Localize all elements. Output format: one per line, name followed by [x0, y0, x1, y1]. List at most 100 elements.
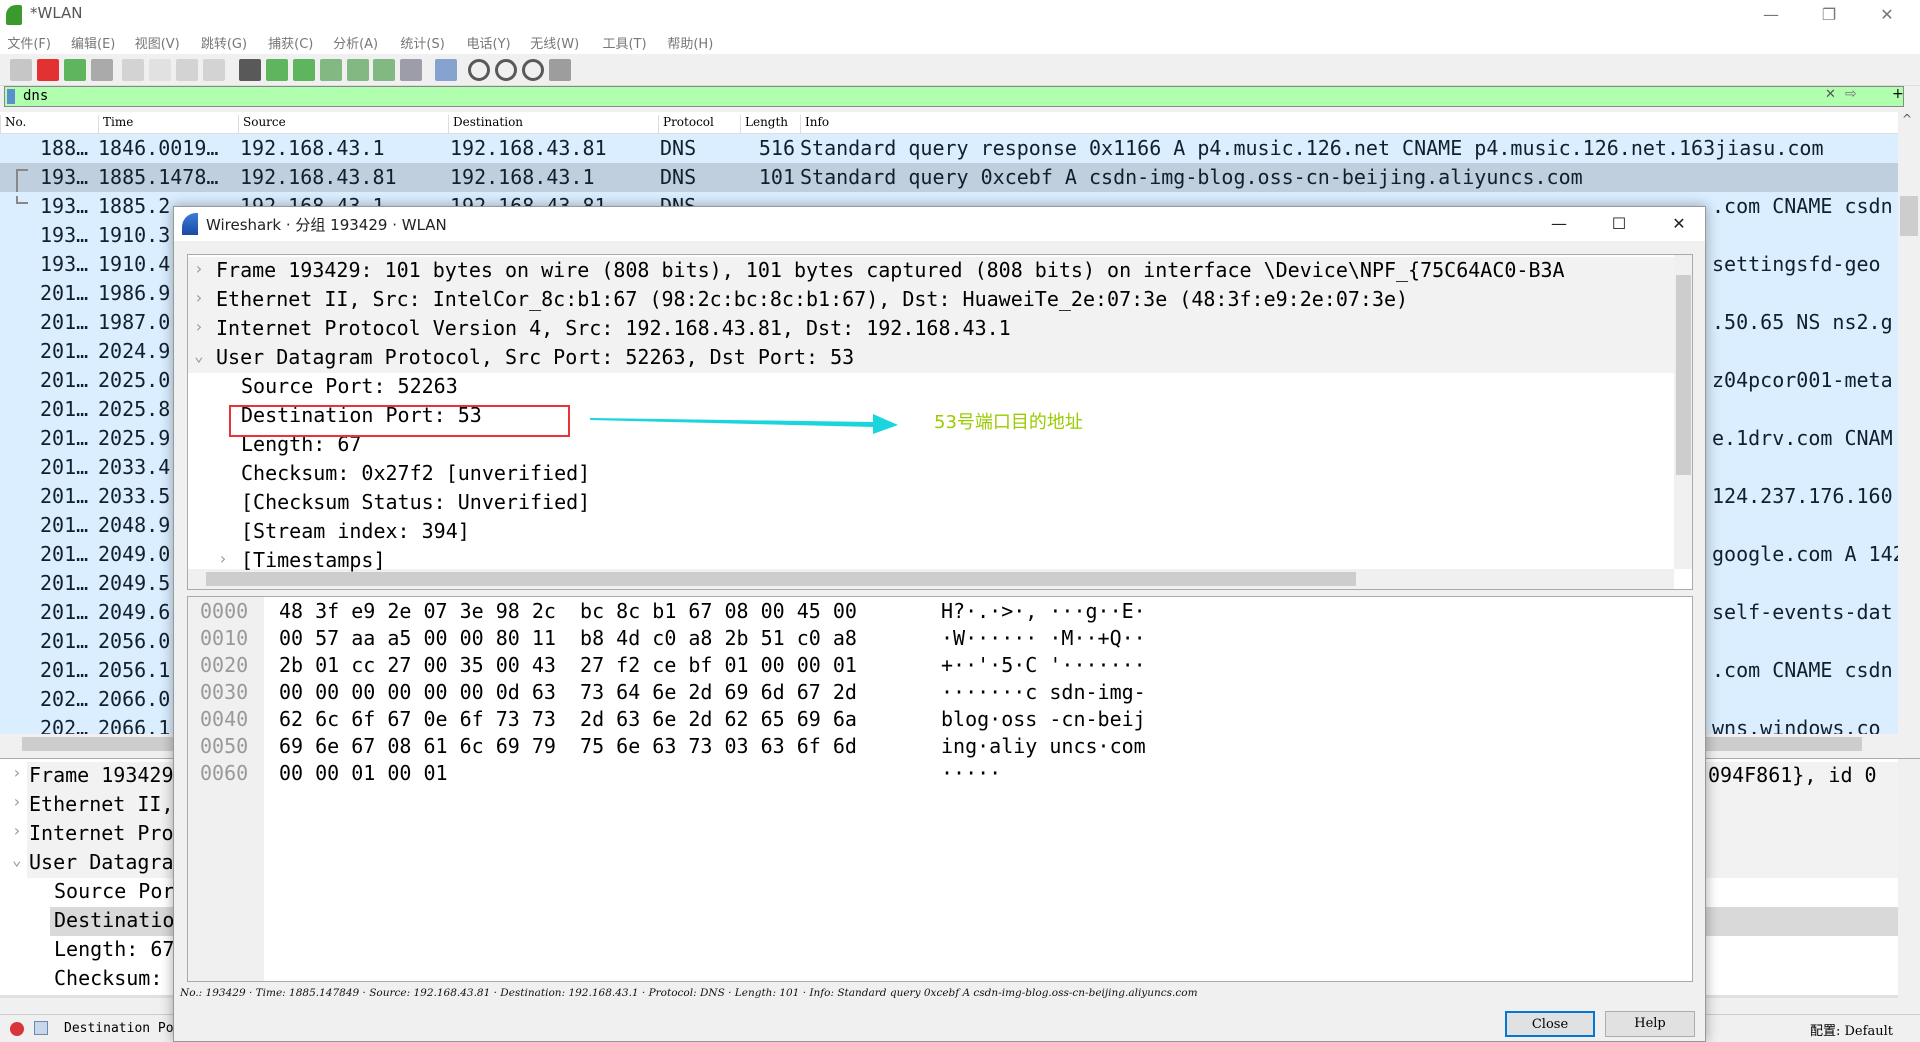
hex-bytes[interactable]: 00 00 00 00 00 00 0d 63 73 64 6e 2d 69 6… — [279, 680, 857, 704]
packet-src: 192.168.43.1 — [240, 136, 385, 160]
hex-ascii[interactable]: +··'·5·C '······· — [941, 653, 1146, 677]
hex-ascii[interactable]: ·W······ ·M··+Q·· — [941, 626, 1146, 650]
expand-icon[interactable]: › — [12, 792, 22, 811]
column-header[interactable]: Length — [740, 115, 788, 133]
expand-icon[interactable]: ⌄ — [12, 850, 22, 869]
hex-bytes[interactable]: 62 6c 6f 67 0e 6f 73 73 2d 63 6e 2d 62 6… — [279, 707, 857, 731]
capture-record-icon[interactable] — [10, 1022, 24, 1036]
tree-row[interactable]: Checksum: 0x27f2 [unverified] — [188, 460, 1674, 489]
menu-item[interactable]: 视图(V) — [135, 33, 180, 52]
expand-icon[interactable]: › — [12, 763, 22, 782]
back-icon[interactable] — [265, 59, 288, 81]
column-header[interactable]: Destination — [448, 115, 523, 133]
colorize-icon[interactable] — [434, 59, 457, 81]
packet-row[interactable]: 188… 1846.0019… 192.168.43.1 192.168.43.81 D… — [0, 134, 1898, 163]
tree-row[interactable]: Source Port: 52263 — [188, 373, 1674, 402]
column-header[interactable]: No. — [0, 115, 26, 133]
autoscroll-icon[interactable] — [400, 59, 423, 81]
menu-item[interactable]: 电话(Y) — [467, 33, 511, 52]
packet-list-vertical-scrollbar[interactable]: ^ — [1898, 112, 1920, 736]
hex-bytes[interactable]: 00 00 01 00 01 — [279, 761, 448, 785]
expand-icon[interactable]: › — [194, 259, 204, 278]
dialog-minimize-button[interactable]: — — [1536, 211, 1582, 237]
dialog-maximize-button[interactable]: ☐ — [1596, 211, 1642, 237]
tree-row[interactable]: [Checksum Status: Unverified] — [188, 489, 1674, 518]
dialog-close-button-bottom[interactable]: Close — [1505, 1011, 1595, 1037]
tree-row[interactable]: › Internet Protocol Version 4, Src: 192.1… — [188, 315, 1674, 344]
resize-columns-icon[interactable] — [548, 59, 571, 81]
packet-row[interactable]: 193… 1885.1478… 192.168.43.81 192.168.43.1 D… — [0, 163, 1898, 192]
options-icon[interactable] — [90, 59, 113, 81]
column-header[interactable]: Info — [800, 115, 829, 133]
menu-item[interactable]: 跳转(G) — [201, 33, 247, 52]
expand-icon[interactable]: › — [12, 821, 22, 840]
forward-icon[interactable] — [292, 59, 315, 81]
close-file-icon[interactable] — [176, 59, 199, 81]
zoom-normal-icon[interactable] — [521, 59, 544, 81]
hex-ascii[interactable]: ····· — [941, 761, 1001, 785]
hex-ascii[interactable]: H?·.·>·, ···g··E· — [941, 599, 1146, 623]
close-button[interactable]: ✕ — [1864, 2, 1910, 28]
scroll-up-icon[interactable]: ^ — [1902, 112, 1912, 126]
last-icon[interactable] — [373, 59, 396, 81]
packet-info-tail: z04pcor001-meta — [1712, 368, 1893, 392]
menu-item[interactable]: 无线(W) — [530, 33, 579, 52]
column-header[interactable]: Protocol — [658, 115, 714, 133]
hex-bytes[interactable]: 69 6e 67 08 61 6c 69 79 75 6e 63 73 03 6… — [279, 734, 857, 758]
profile-label[interactable]: 配置: Default — [1810, 1020, 1893, 1039]
open-icon[interactable] — [122, 59, 145, 81]
tree-row[interactable]: › [Timestamps] — [188, 547, 1674, 576]
goto-icon[interactable] — [319, 59, 342, 81]
hex-ascii[interactable]: blog·oss -cn-beij — [941, 707, 1146, 731]
hex-bytes[interactable]: 2b 01 cc 27 00 35 00 43 27 f2 ce bf 01 0… — [279, 653, 857, 677]
tree-row[interactable]: › Ethernet II, Src: IntelCor_8c:b1:67 (98… — [188, 286, 1674, 315]
clear-filter-button[interactable]: ✕ — [1825, 87, 1836, 102]
dialog-close-button[interactable]: ✕ — [1656, 211, 1702, 237]
shark-fin-icon[interactable] — [9, 59, 32, 81]
add-filter-button[interactable]: + — [1892, 86, 1904, 102]
packet-info: Standard query response 0x1166 A p4.musi… — [800, 136, 1824, 160]
minimize-button[interactable]: — — [1748, 2, 1794, 28]
column-header[interactable]: Source — [238, 115, 286, 133]
expand-icon[interactable]: ⌄ — [194, 346, 204, 365]
expand-icon[interactable]: › — [194, 317, 204, 336]
first-icon[interactable] — [346, 59, 369, 81]
details-vertical-scrollbar[interactable] — [1898, 759, 1920, 998]
apply-filter-button[interactable]: ⇨ — [1845, 86, 1857, 102]
edit-comment-icon[interactable] — [34, 1021, 48, 1035]
related-packet-icon — [16, 169, 28, 192]
menu-item[interactable]: 分析(A) — [333, 33, 378, 52]
hex-ascii[interactable]: ·······c sdn-img- — [941, 680, 1146, 704]
restart-icon[interactable] — [63, 59, 86, 81]
hex-bytes[interactable]: 48 3f e9 2e 07 3e 98 2c bc 8c b1 67 08 0… — [279, 599, 857, 623]
dialog-help-button[interactable]: Help — [1605, 1011, 1695, 1037]
expand-icon[interactable]: › — [218, 549, 228, 568]
hex-offset: 0060 — [200, 761, 249, 785]
tree-row[interactable]: › Frame 193429: 101 bytes on wire (808 bi… — [188, 257, 1674, 286]
reload-icon[interactable] — [203, 59, 226, 81]
packet-info-tail: e.1drv.com CNAM — [1712, 426, 1893, 450]
menu-item[interactable]: 帮助(H) — [667, 33, 713, 52]
menu-item[interactable]: 编辑(E) — [71, 33, 115, 52]
maximize-button[interactable]: ❐ — [1806, 2, 1852, 28]
find-icon[interactable] — [238, 59, 261, 81]
tree-vertical-scrollbar[interactable] — [1674, 255, 1692, 569]
menu-item[interactable]: 工具(T) — [602, 33, 646, 52]
expand-icon[interactable]: › — [194, 288, 204, 307]
menu-item[interactable]: 文件(F) — [7, 33, 51, 52]
display-filter-input[interactable]: dns — [23, 88, 48, 104]
bookmark-icon[interactable] — [7, 89, 15, 104]
stop-icon[interactable] — [36, 59, 59, 81]
column-header[interactable]: Time — [98, 115, 133, 133]
hex-ascii[interactable]: ing·aliy uncs·com — [941, 734, 1146, 758]
packet-len: 516 — [758, 136, 795, 160]
window-title: *WLAN — [30, 4, 83, 22]
zoom-out-icon[interactable] — [494, 59, 517, 81]
file-icon[interactable] — [149, 59, 172, 81]
hex-bytes[interactable]: 00 57 aa a5 00 00 80 11 b8 4d c0 a8 2b 5… — [279, 626, 857, 650]
tree-row[interactable]: [Stream index: 394] — [188, 518, 1674, 547]
menu-item[interactable]: 捕获(C) — [268, 33, 313, 52]
tree-row[interactable]: ⌄ User Datagram Protocol, Src Port: 52263… — [188, 344, 1674, 373]
menu-item[interactable]: 统计(S) — [400, 33, 444, 52]
zoom-in-icon[interactable] — [467, 59, 490, 81]
